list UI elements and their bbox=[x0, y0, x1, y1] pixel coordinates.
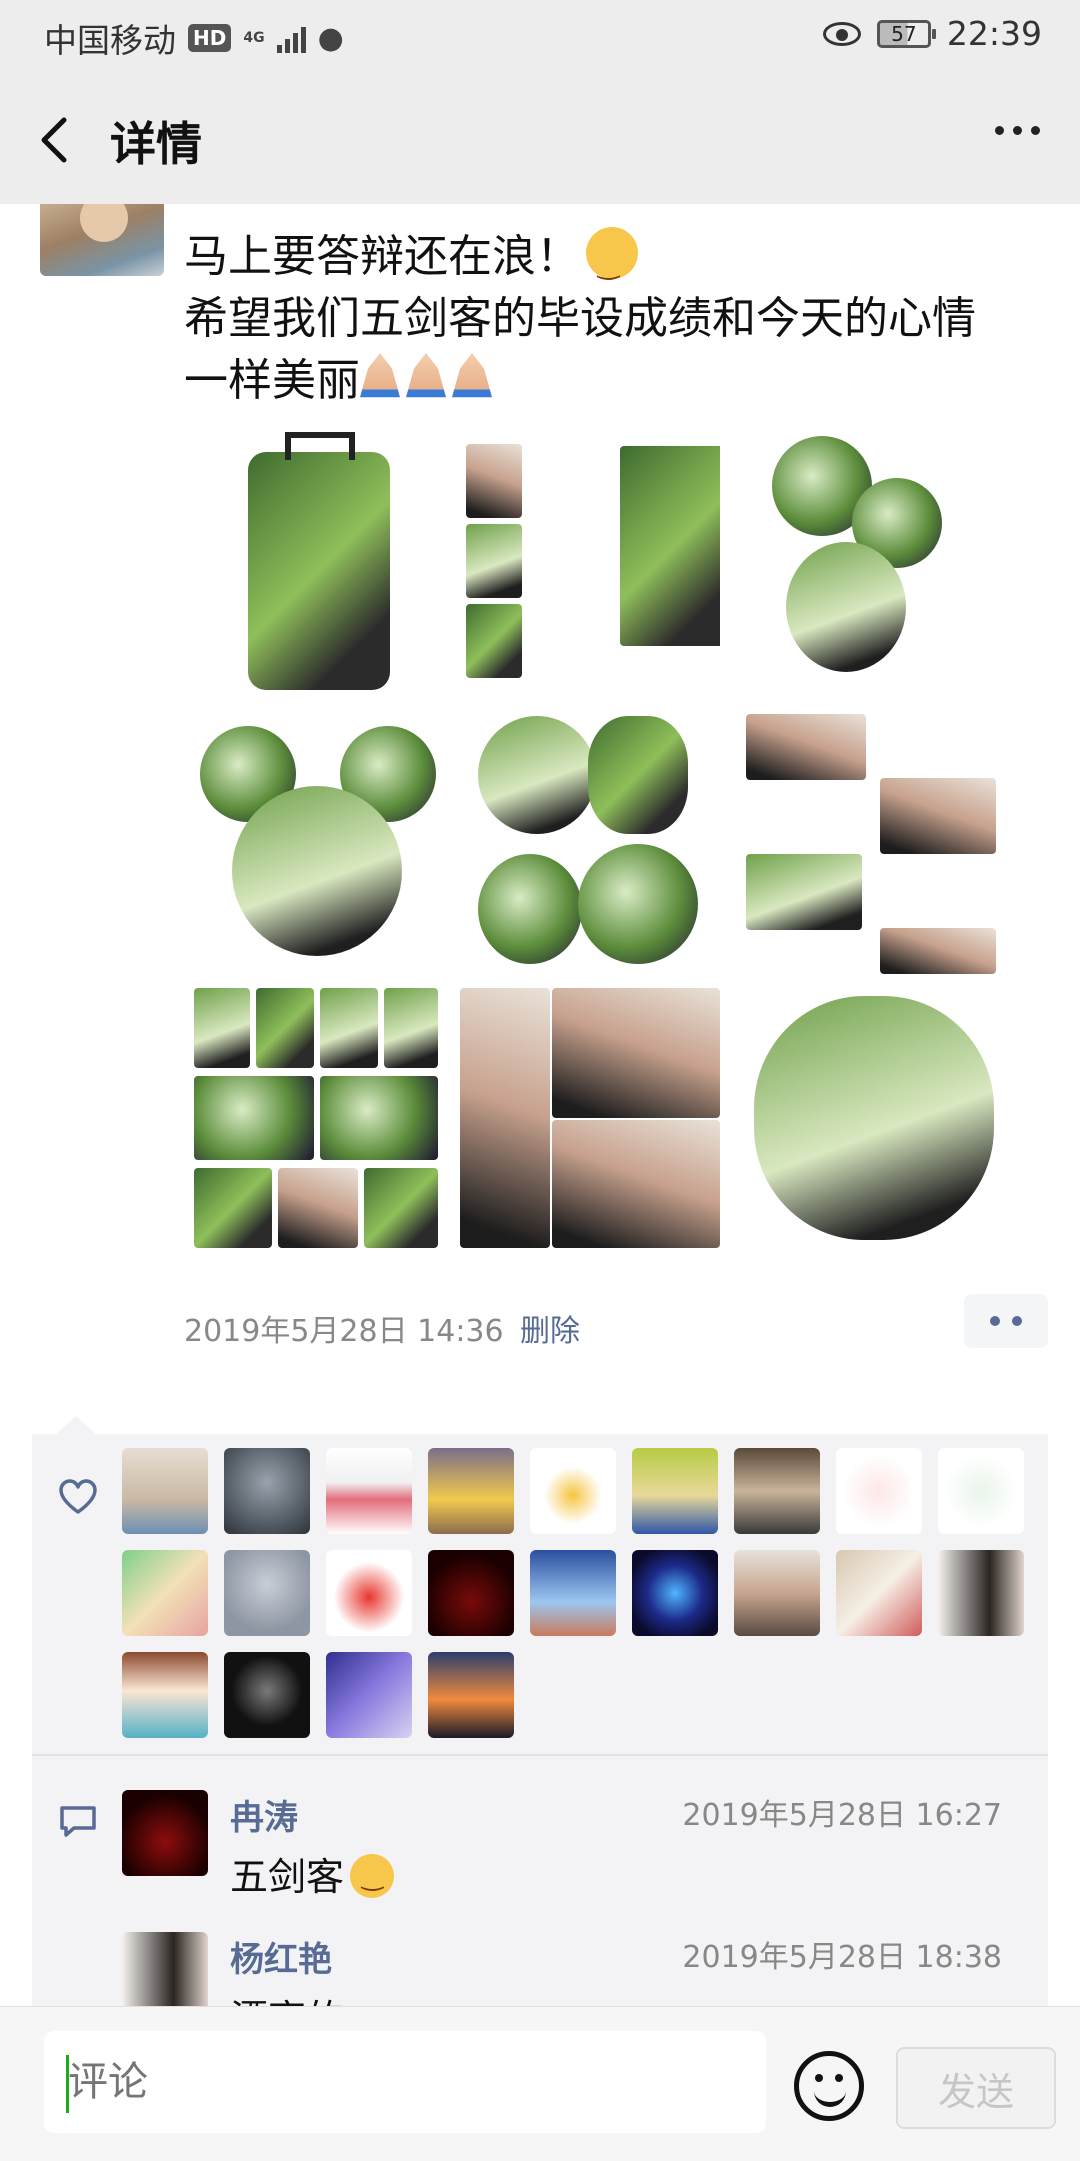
liker-avatar[interactable] bbox=[530, 1550, 616, 1636]
photo-6[interactable] bbox=[740, 710, 1000, 978]
delete-link[interactable]: 删除 bbox=[520, 1306, 580, 1350]
comment-item[interactable]: 冉涛 2019年5月28日 16:27 五剑客 bbox=[122, 1790, 1022, 1899]
post-timestamp: 2019年5月28日 14:36 bbox=[184, 1314, 504, 1349]
post-line-2: 希望我们五剑客的毕设成绩和今天的心情 bbox=[184, 293, 976, 344]
wechat-icon: ● bbox=[317, 20, 344, 56]
liker-avatar[interactable] bbox=[224, 1652, 310, 1738]
liker-avatar[interactable] bbox=[428, 1652, 514, 1738]
photo-7[interactable] bbox=[180, 988, 440, 1256]
post-line-3: 一样美丽 bbox=[184, 350, 1044, 412]
liker-avatar[interactable] bbox=[326, 1448, 412, 1534]
emoji-icon[interactable] bbox=[794, 2051, 864, 2121]
liker-avatar[interactable] bbox=[836, 1448, 922, 1534]
liker-avatar[interactable] bbox=[734, 1550, 820, 1636]
text-cursor bbox=[66, 2055, 69, 2113]
comment-time: 2019年5月28日 18:38 bbox=[682, 1940, 1002, 1975]
like-comment-menu-button[interactable] bbox=[964, 1294, 1048, 1348]
liker-avatar[interactable] bbox=[224, 1448, 310, 1534]
commenter-name[interactable]: 冉涛 bbox=[230, 1790, 298, 1839]
photo-8[interactable] bbox=[460, 988, 720, 1256]
photo-9[interactable] bbox=[740, 988, 1000, 1256]
heart-icon bbox=[59, 1479, 97, 1514]
liker-avatar[interactable] bbox=[836, 1550, 922, 1636]
network-label: 4G bbox=[243, 30, 265, 46]
eye-comfort-icon bbox=[822, 21, 861, 46]
post-line-1: 马上要答辩还在浪！ bbox=[184, 226, 1044, 297]
liker-avatar[interactable] bbox=[428, 1550, 514, 1636]
back-arrow-icon[interactable] bbox=[34, 112, 86, 168]
interaction-panel: 冉涛 2019年5月28日 16:27 五剑客 杨红艳 2019年5月28日 1… bbox=[32, 1434, 1048, 2006]
commenter-avatar[interactable] bbox=[122, 1932, 208, 2006]
liker-avatar[interactable] bbox=[122, 1652, 208, 1738]
liker-avatars bbox=[122, 1448, 1024, 1738]
clock: 22:39 bbox=[946, 14, 1042, 53]
liker-avatar[interactable] bbox=[326, 1652, 412, 1738]
comment-icon bbox=[60, 1806, 96, 1837]
panel-divider bbox=[32, 1754, 1048, 1756]
status-left: 中国移动 HD 4G ● bbox=[44, 14, 344, 62]
likes-section bbox=[32, 1434, 1048, 1754]
liker-avatar[interactable] bbox=[632, 1550, 718, 1636]
page-title: 详情 bbox=[110, 117, 202, 171]
commenter-name[interactable]: 杨红艳 bbox=[230, 1932, 332, 1981]
liker-avatar[interactable] bbox=[224, 1550, 310, 1636]
status-bar: 中国移动 HD 4G ● 57 22:39 bbox=[0, 0, 1080, 74]
liker-avatar[interactable] bbox=[326, 1550, 412, 1636]
liker-avatar[interactable] bbox=[428, 1448, 514, 1534]
battery-level: 57 bbox=[891, 21, 917, 46]
liker-avatar[interactable] bbox=[734, 1448, 820, 1534]
status-right: 57 22:39 bbox=[822, 14, 1042, 53]
liker-avatar[interactable] bbox=[632, 1448, 718, 1534]
carrier-label: 中国移动 bbox=[44, 21, 176, 60]
author-avatar[interactable] bbox=[40, 204, 164, 276]
signal-icon bbox=[276, 23, 306, 53]
commenter-avatar[interactable] bbox=[122, 1790, 208, 1876]
folded-hands-icon bbox=[406, 353, 446, 398]
liker-avatar[interactable] bbox=[938, 1448, 1024, 1534]
liker-avatar[interactable] bbox=[122, 1448, 208, 1534]
more-options-icon[interactable] bbox=[995, 126, 1040, 135]
send-button[interactable]: 发送 bbox=[896, 2047, 1056, 2129]
comment-text: 五剑客 bbox=[230, 1846, 395, 1901]
folded-hands-icon bbox=[360, 353, 400, 398]
photo-3[interactable] bbox=[740, 432, 1000, 700]
comment-item[interactable]: 杨红艳 2019年5月28日 18:38 漂亮的 bbox=[122, 1932, 1022, 2006]
panel-arrow bbox=[56, 1416, 96, 1434]
nav-bar: 详情 bbox=[0, 74, 1080, 204]
comment-time: 2019年5月28日 16:27 bbox=[682, 1798, 1002, 1833]
photo-2[interactable] bbox=[460, 432, 720, 700]
comment-input[interactable] bbox=[44, 2031, 766, 2133]
hd-badge: HD bbox=[188, 24, 232, 52]
post-text: 马上要答辩还在浪！ 希望我们五剑客的毕设成绩和今天的心情 一样美丽 bbox=[184, 226, 1044, 412]
comment-text: 漂亮的 bbox=[230, 1988, 344, 2006]
liker-avatar[interactable] bbox=[530, 1448, 616, 1534]
comment-input-bar: 发送 bbox=[0, 2006, 1080, 2161]
liker-avatar[interactable] bbox=[938, 1550, 1024, 1636]
folded-hands-icon bbox=[452, 353, 492, 398]
photo-1[interactable] bbox=[180, 432, 440, 700]
battery-icon: 57 bbox=[876, 19, 936, 48]
unamused-face-icon bbox=[586, 227, 638, 297]
photo-4[interactable] bbox=[180, 710, 440, 978]
liker-avatar[interactable] bbox=[122, 1550, 208, 1636]
flushed-face-icon bbox=[350, 1854, 395, 1898]
photo-5[interactable] bbox=[460, 710, 720, 978]
